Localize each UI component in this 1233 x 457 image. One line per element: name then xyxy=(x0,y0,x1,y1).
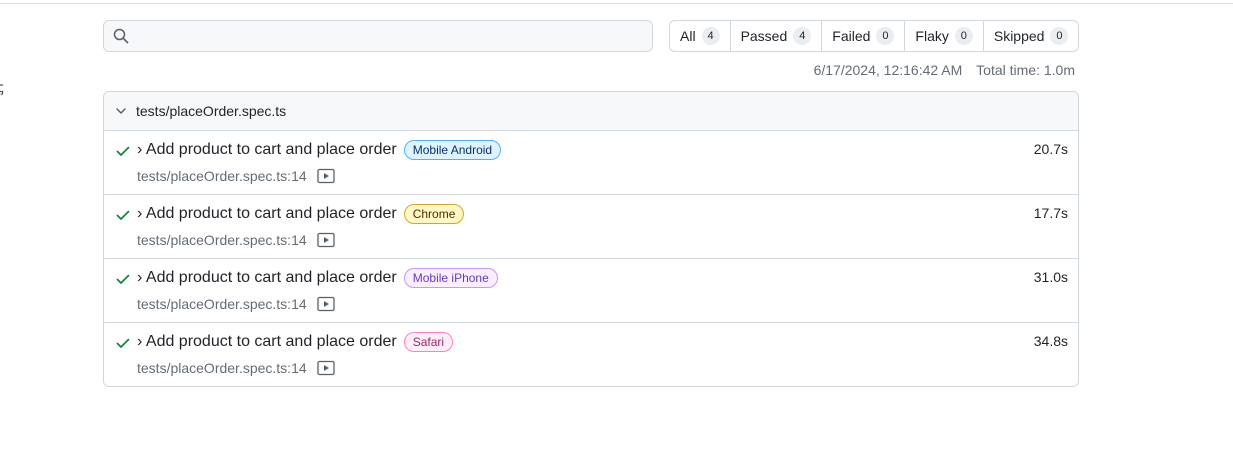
check-icon xyxy=(116,338,130,348)
video-icon[interactable] xyxy=(316,168,335,184)
search-icon xyxy=(113,28,129,44)
test-title[interactable]: › Add product to cart and place order xyxy=(137,269,397,287)
test-title[interactable]: › Add product to cart and place order xyxy=(137,333,397,351)
project-tag[interactable]: Safari xyxy=(403,332,454,352)
chevron-down-icon xyxy=(116,108,126,114)
top-divider xyxy=(0,3,1233,4)
filter-count: 4 xyxy=(701,27,720,45)
test-duration: 17.7s xyxy=(1033,205,1068,221)
run-timestamp: 6/17/2024, 12:16:42 AM xyxy=(813,62,963,78)
check-icon xyxy=(116,274,130,284)
filter-label: Passed xyxy=(740,28,788,44)
test-duration: 31.0s xyxy=(1033,269,1068,285)
filter-flaky[interactable]: Flaky 0 xyxy=(904,21,982,51)
filter-all[interactable]: All 4 xyxy=(670,21,730,51)
run-metadata: 6/17/2024, 12:16:42 AM Total time: 1.0m xyxy=(814,62,1075,78)
test-location-line: tests/placeOrder.spec.ts:14 xyxy=(137,360,335,376)
test-duration: 34.8s xyxy=(1033,333,1068,349)
test-title[interactable]: › Add product to cart and place order xyxy=(137,141,397,159)
test-title[interactable]: › Add product to cart and place order xyxy=(137,205,397,223)
filter-count: 0 xyxy=(1050,27,1069,45)
test-title-line: › Add product to cart and place order Ch… xyxy=(137,204,465,224)
filter-label: Failed xyxy=(832,28,871,44)
project-tag[interactable]: Mobile iPhone xyxy=(403,268,498,288)
cropped-edge-glyph: ꞔ xyxy=(0,79,4,95)
project-tag[interactable]: Mobile Android xyxy=(403,140,502,160)
filter-failed[interactable]: Failed 0 xyxy=(821,21,904,51)
test-location: tests/placeOrder.spec.ts:14 xyxy=(137,168,307,184)
check-icon xyxy=(116,146,130,156)
test-title-line: › Add product to cart and place order Sa… xyxy=(137,332,454,352)
filter-passed[interactable]: Passed 4 xyxy=(729,21,822,51)
test-file-group: tests/placeOrder.spec.ts › Add product t… xyxy=(103,91,1079,387)
filter-count: 0 xyxy=(954,27,973,45)
test-row[interactable]: › Add product to cart and place order Ch… xyxy=(104,195,1078,259)
filter-count: 4 xyxy=(793,27,812,45)
search-input[interactable] xyxy=(138,21,642,53)
project-tag[interactable]: Chrome xyxy=(403,204,465,224)
filter-label: Skipped xyxy=(993,28,1045,44)
test-duration: 20.7s xyxy=(1033,141,1068,157)
test-location-line: tests/placeOrder.spec.ts:14 xyxy=(137,296,335,312)
filter-count: 0 xyxy=(876,27,895,45)
status-filter-bar: All 4 Passed 4 Failed 0 Flaky 0 Skipped … xyxy=(669,20,1080,52)
test-location-line: tests/placeOrder.spec.ts:14 xyxy=(137,232,335,248)
test-file-name: tests/placeOrder.spec.ts xyxy=(136,103,287,119)
video-icon[interactable] xyxy=(316,360,335,376)
video-icon[interactable] xyxy=(316,232,335,248)
test-location: tests/placeOrder.spec.ts:14 xyxy=(137,360,307,376)
test-title-line: › Add product to cart and place order Mo… xyxy=(137,140,502,160)
test-location-line: tests/placeOrder.spec.ts:14 xyxy=(137,168,335,184)
test-row[interactable]: › Add product to cart and place order Mo… xyxy=(104,131,1078,195)
filter-label: Flaky xyxy=(915,28,949,44)
filter-skipped[interactable]: Skipped 0 xyxy=(982,21,1079,51)
test-row[interactable]: › Add product to cart and place order Mo… xyxy=(104,259,1078,323)
search-box[interactable] xyxy=(103,20,653,53)
check-icon xyxy=(116,210,130,220)
test-row[interactable]: › Add product to cart and place order Sa… xyxy=(104,323,1078,386)
total-time: Total time: 1.0m xyxy=(976,62,1075,78)
filter-label: All xyxy=(680,28,696,44)
test-title-line: › Add product to cart and place order Mo… xyxy=(137,268,498,288)
test-location: tests/placeOrder.spec.ts:14 xyxy=(137,296,307,312)
test-file-header[interactable]: tests/placeOrder.spec.ts xyxy=(104,92,1078,131)
test-location: tests/placeOrder.spec.ts:14 xyxy=(137,232,307,248)
video-icon[interactable] xyxy=(316,296,335,312)
